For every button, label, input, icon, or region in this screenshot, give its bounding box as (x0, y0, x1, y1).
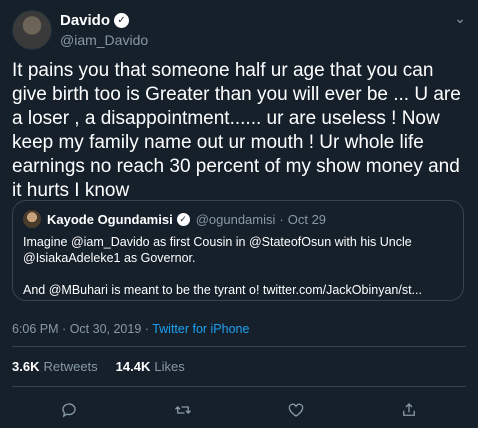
quoted-author-name: Kayode Ogundamisi (47, 211, 173, 227)
separator-dot: · (62, 322, 67, 336)
quoted-tweet-text: Imagine @iam_Davido as first Cousin in @… (23, 235, 422, 297)
retweets-label: Retweets (43, 359, 98, 374)
separator-dot: · (144, 322, 149, 336)
quoted-date: Oct 29 (287, 211, 327, 227)
tweet-source-link[interactable]: Twitter for iPhone (152, 322, 249, 336)
chevron-down-icon[interactable]: ⌄ (454, 10, 466, 27)
verified-badge-icon: ✓ (114, 13, 130, 28)
heart-icon[interactable] (282, 396, 310, 424)
avatar[interactable] (12, 10, 52, 50)
quoted-tweet[interactable]: Kayode Ogundamisi ✓ @ogundamisi · Oct 29… (12, 200, 464, 301)
share-icon[interactable] (395, 396, 423, 424)
tweet-meta: 6:06 PM · Oct 30, 2019 · Twitter for iPh… (12, 322, 249, 336)
author-name-row[interactable]: Davido ✓ (60, 12, 130, 29)
tweet-time[interactable]: 6:06 PM (12, 322, 59, 336)
likes-count: 14.4K (115, 359, 151, 374)
retweets-stat[interactable]: 3.6K Retweets (12, 359, 98, 374)
divider (12, 386, 466, 387)
quoted-tweet-header: Kayode Ogundamisi ✓ @ogundamisi · Oct 29 (23, 210, 326, 228)
verified-badge-icon: ✓ (176, 212, 190, 226)
author-name[interactable]: Davido (60, 12, 110, 29)
tweet-date[interactable]: Oct 30, 2019 (70, 322, 142, 336)
retweets-count: 3.6K (12, 359, 40, 374)
reply-icon[interactable] (55, 396, 83, 424)
author-handle[interactable]: @iam_Davido (60, 32, 148, 48)
retweet-icon[interactable] (169, 396, 197, 424)
quoted-author-handle: @ogundamisi (195, 211, 276, 227)
quoted-avatar (23, 210, 41, 228)
divider (12, 346, 466, 347)
tweet-text: It pains you that someone half ur age th… (12, 60, 461, 201)
likes-label: Likes (154, 359, 185, 374)
likes-stat[interactable]: 14.4K Likes (116, 359, 185, 374)
tweet-stats: 3.6K Retweets 14.4K Likes (12, 359, 203, 374)
separator-dot: · (279, 211, 284, 227)
tweet-actions (0, 396, 478, 424)
tweet-header: Davido ✓ @iam_Davido ⌄ (12, 10, 466, 50)
